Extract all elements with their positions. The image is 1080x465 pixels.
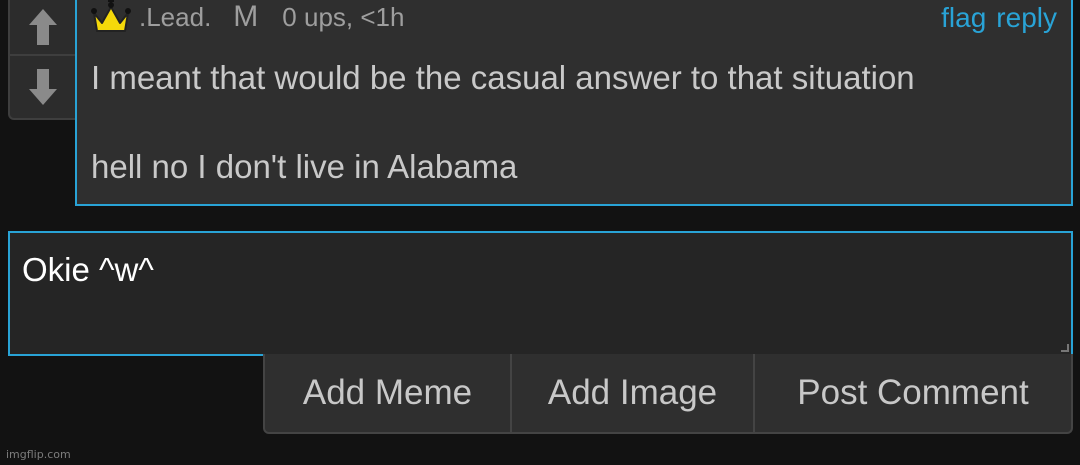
crown-icon (91, 0, 131, 32)
reply-textarea[interactable]: Okie ^w^ (8, 231, 1073, 356)
add-meme-button[interactable]: Add Meme (265, 354, 510, 432)
upvote-button[interactable] (10, 0, 76, 56)
flag-link[interactable]: flag (941, 2, 986, 34)
comment-line: hell no I don't live in Alabama (91, 148, 518, 185)
comment-meta: 0 ups, <1h (282, 1, 405, 32)
vote-divider (10, 54, 76, 56)
gender-badge: M (233, 0, 259, 33)
comment-card: .Lead. M 0 ups, <1h flag reply I meant t… (75, 0, 1073, 206)
comment-actions: flag reply (941, 2, 1057, 34)
arrow-up-icon (29, 9, 57, 45)
vote-box (8, 0, 76, 120)
comment-header: .Lead. M 0 ups, <1h (89, 0, 404, 34)
reply-button-bar: Add Meme Add Image Post Comment (263, 354, 1073, 434)
downvote-button[interactable] (10, 58, 76, 116)
reply-link[interactable]: reply (996, 2, 1057, 34)
reply-text: Okie ^w^ (22, 251, 154, 288)
arrow-down-icon (29, 69, 57, 105)
watermark: imgflip.com (6, 448, 71, 461)
comment-line: I meant that would be the casual answer … (91, 59, 915, 96)
username[interactable]: .Lead. (139, 2, 211, 33)
post-comment-button[interactable]: Post Comment (753, 354, 1071, 432)
comment-thread: .Lead. M 0 ups, <1h flag reply I meant t… (0, 0, 1080, 465)
comment-body: I meant that would be the casual answer … (91, 56, 915, 189)
add-image-button[interactable]: Add Image (510, 354, 753, 432)
resize-grip-icon[interactable] (1061, 344, 1069, 352)
